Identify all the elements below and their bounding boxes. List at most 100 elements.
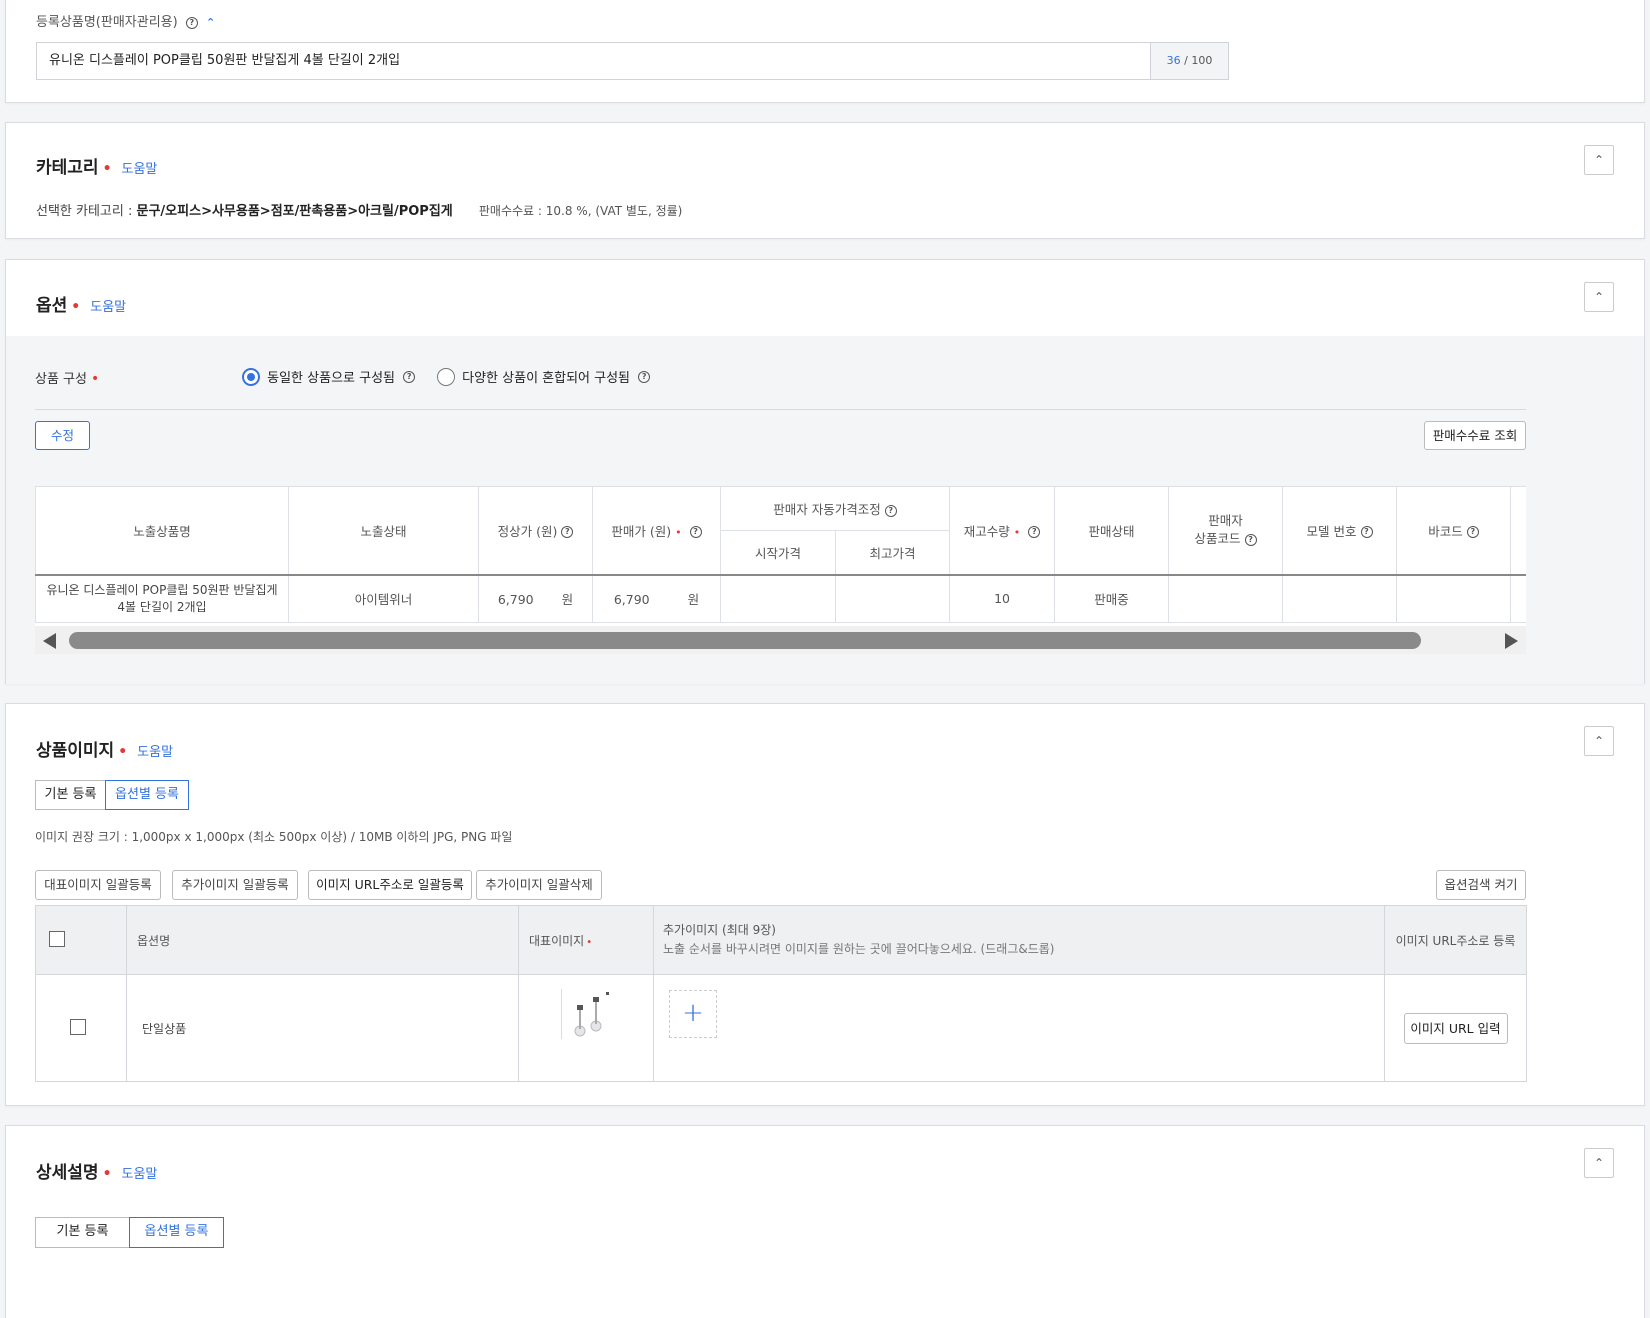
help-icon[interactable]: ?: [185, 16, 198, 29]
char-max: / 100: [1184, 54, 1213, 67]
select-all-checkbox[interactable]: [49, 930, 65, 947]
product-name-input-wrap: 유니온 디스플레이 POP클립 50원판 반달집게 4볼 단길이 2개입 36 …: [36, 42, 1229, 80]
help-link[interactable]: 도움말: [137, 745, 173, 760]
section-title: 상세설명 • 도움말: [36, 1158, 157, 1183]
col-header-stock: 재고수량 •?: [949, 486, 1056, 576]
help-link[interactable]: 도움말: [122, 162, 158, 177]
help-icon[interactable]: ?: [689, 526, 702, 539]
product-name-label: 등록상품명(판매자관리용): [36, 15, 178, 30]
col-header-status: 노출상태: [288, 486, 479, 576]
tab-option[interactable]: 옵션별 등록: [129, 1217, 224, 1248]
col-header-barcode: 바코드?: [1396, 486, 1512, 576]
cell-max-price[interactable]: [834, 574, 951, 623]
radio-mixed[interactable]: 다양한 상품이 혼합되어 구성됨 ?: [437, 367, 651, 386]
collapse-button[interactable]: ⌃: [1584, 145, 1614, 175]
sale-price-label: 판매가 (원): [611, 523, 672, 539]
option-title: 옵션: [36, 296, 68, 316]
cell-start-price[interactable]: [720, 574, 836, 623]
scrollbar-thumb[interactable]: [69, 632, 1421, 649]
extra-image-delete-button[interactable]: 추가이미지 일괄삭제: [476, 870, 602, 900]
col-header-extra: [1510, 486, 1526, 576]
help-link[interactable]: 도움말: [122, 1167, 158, 1182]
fee-lookup-button[interactable]: 판매수수료 조회: [1424, 421, 1526, 450]
composition-label-text: 상품 구성: [35, 372, 87, 387]
product-thumbnail[interactable]: [561, 989, 611, 1039]
col-header-name: 노출상품명: [35, 486, 289, 576]
chevron-up-icon: ⌃: [1593, 734, 1605, 748]
row-checkbox[interactable]: [70, 1018, 86, 1035]
extra-image-bulk-button[interactable]: 추가이미지 일괄등록: [172, 870, 298, 900]
cell-barcode[interactable]: [1396, 574, 1512, 623]
collapse-button[interactable]: ⌃: [1584, 726, 1614, 756]
option-section: 옵션 • 도움말 ⌃ 상품 구성 • 동일한 상품으로 구성됨 ? 다양한 상품이 혼…: [5, 259, 1645, 684]
help-icon[interactable]: ?: [884, 504, 897, 517]
section-title: 카테고리 • 도움말: [36, 153, 157, 178]
scroll-right-icon[interactable]: [1505, 633, 1518, 649]
required-dot: •: [71, 299, 81, 315]
help-icon[interactable]: ?: [1244, 533, 1257, 546]
col-header-url-register: 이미지 URL주소로 등록: [1384, 905, 1527, 975]
horizontal-scrollbar[interactable]: [35, 626, 1526, 654]
section-title: 옵션 • 도움말: [36, 291, 126, 316]
image-url-input-button[interactable]: 이미지 URL 입력: [1403, 1012, 1508, 1044]
help-icon[interactable]: ?: [561, 526, 574, 539]
category-title: 카테고리: [36, 158, 99, 178]
scroll-left-icon[interactable]: [43, 633, 56, 649]
model-label: 모델 번호: [1306, 523, 1357, 539]
collapse-button[interactable]: ⌃: [1584, 282, 1614, 312]
seller-code-label-2: 상품코드: [1194, 531, 1241, 547]
col-header-start-price: 시작가격: [720, 530, 836, 576]
option-body: 상품 구성 • 동일한 상품으로 구성됨 ? 다양한 상품이 혼합되어 구성됨 ?…: [6, 336, 1644, 684]
radio-checked-icon: [242, 367, 260, 386]
main-image-label: 대표이미지: [529, 933, 585, 948]
required-dot: •: [90, 371, 100, 387]
edit-button[interactable]: 수정: [35, 421, 90, 450]
selected-category-path: 문구/오피스>사무용품>점포/판촉용품>아크릴/POP집게: [136, 204, 453, 219]
radio-same[interactable]: 동일한 상품으로 구성됨 ?: [242, 367, 416, 386]
help-icon[interactable]: ?: [403, 370, 416, 383]
chevron-up-icon[interactable]: ⌃: [206, 16, 215, 29]
cell-extra-image: +: [653, 974, 1385, 1082]
cell-stock: 10: [949, 574, 1056, 623]
regular-price-value: 6,790: [497, 592, 534, 608]
stock-label: 재고수량: [963, 523, 1010, 539]
selected-category-label: 선택한 카테고리 :: [36, 204, 133, 219]
col-header-select: [35, 905, 127, 975]
cell-regular-price: 6,790 원: [478, 574, 593, 623]
cell-sale-status: 판매중: [1054, 574, 1170, 623]
char-counter: 36 / 100: [1150, 43, 1228, 79]
extra-image-label: 추가이미지 (최대 9장): [663, 923, 776, 937]
tab-basic[interactable]: 기본 등록: [35, 780, 106, 810]
help-link[interactable]: 도움말: [90, 300, 126, 315]
radio-mixed-label: 다양한 상품이 혼합되어 구성됨: [462, 371, 631, 386]
option-table: 노출상품명 노출상태 정상가 (원)? 판매가 (원) •? 판매자 자동가격조정…: [35, 486, 1526, 623]
help-icon[interactable]: ?: [1360, 526, 1373, 539]
col-header-auto-price: 판매자 자동가격조정?: [719, 486, 951, 531]
sale-price-unit: 원: [687, 592, 700, 608]
product-name-input[interactable]: 유니온 디스플레이 POP클립 50원판 반달집게 4볼 단길이 2개입: [49, 43, 400, 79]
tab-basic[interactable]: 기본 등록: [35, 1217, 130, 1248]
extra-image-hint: 노출 순서를 바꾸시려면 이미지를 원하는 곳에 끌어다놓으세요. (드래그&드…: [663, 942, 1055, 956]
tab-option[interactable]: 옵션별 등록: [105, 780, 189, 810]
collapse-button[interactable]: ⌃: [1584, 1148, 1614, 1178]
help-icon[interactable]: ?: [1028, 526, 1041, 539]
help-icon[interactable]: ?: [638, 370, 651, 383]
option-search-toggle-button[interactable]: 옵션검색 켜기: [1436, 870, 1526, 900]
cell-status: 아이템위너: [288, 574, 479, 623]
selected-category: 선택한 카테고리 : 문구/오피스>사무용품>점포/판촉용품>아크릴/POP집게…: [36, 200, 682, 219]
cell-seller-code[interactable]: [1168, 574, 1284, 623]
required-dot: •: [675, 525, 682, 539]
required-dot: •: [118, 744, 128, 760]
help-icon[interactable]: ?: [1466, 526, 1479, 539]
sale-price-value: 6,790: [613, 592, 650, 608]
main-image-bulk-button[interactable]: 대표이미지 일괄등록: [35, 870, 161, 900]
table-row: 단일상품 + 이미지 URL 입력: [35, 974, 1527, 1082]
cell-extra: [1510, 574, 1526, 623]
clip-product-image: [574, 992, 609, 1037]
cell-model[interactable]: [1282, 574, 1398, 623]
url-bulk-button[interactable]: 이미지 URL주소로 일괄등록: [308, 870, 472, 900]
divider: [35, 409, 1526, 410]
add-image-slot[interactable]: +: [669, 990, 717, 1038]
table-row: 유니온 디스플레이 POP클립 50원판 반달집게 4볼 단길이 2개입 아이템위…: [35, 574, 1526, 623]
images-title: 상품이미지: [36, 741, 115, 761]
